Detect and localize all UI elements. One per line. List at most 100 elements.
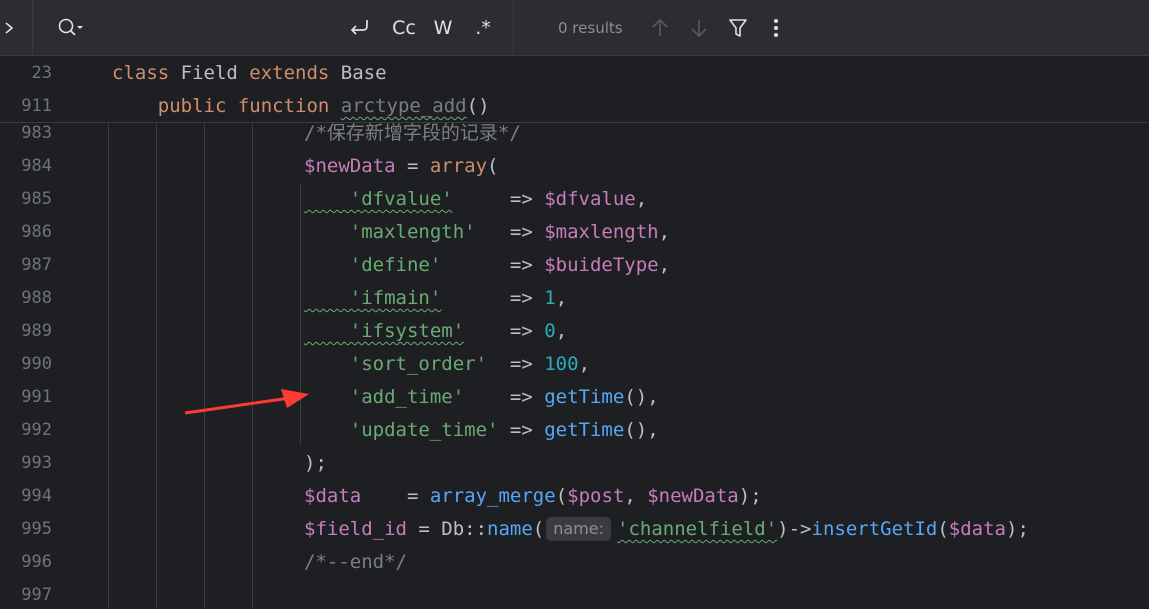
code-line[interactable]: 987 'define' => $buideType, — [0, 249, 1149, 282]
code-line[interactable]: 996 /*--end*/ — [0, 546, 1149, 579]
red-arrow-annotation — [185, 389, 309, 415]
code-line[interactable]: 995 $field_id = Db::name(name:'channelfie… — [0, 513, 1149, 546]
words-toggle[interactable]: W — [430, 15, 456, 41]
token-kw: class — [112, 62, 170, 84]
code-line[interactable]: 990 'sort_order' => 100, — [0, 348, 1149, 381]
code-text: $data = array_merge($post, $newData); — [304, 480, 762, 513]
token-var: $dfvalue — [544, 188, 636, 210]
line-number[interactable]: 23 — [0, 57, 52, 90]
expand-replace-button[interactable] — [0, 0, 33, 56]
code-text: 'ifsystem' => 0, — [304, 315, 567, 348]
line-number[interactable]: 993 — [0, 447, 52, 480]
line-number[interactable]: 986 — [0, 216, 52, 249]
token-plain: Field — [169, 62, 250, 84]
code-text: 'update_time' => getTime(), — [304, 414, 659, 447]
token-plain: , — [658, 254, 671, 276]
token-str: 'define' — [304, 254, 442, 276]
token-plain: ); — [1006, 518, 1029, 540]
token-plain: ( — [532, 518, 545, 540]
token-str: 'maxlength' — [304, 221, 476, 243]
token-plain: ( — [487, 155, 499, 177]
token-var: $data — [304, 485, 362, 507]
token-plain: , — [578, 353, 591, 375]
code-line[interactable]: 989 'ifsystem' => 0, — [0, 315, 1149, 348]
find-bar: Cc W .* 0 results — [0, 0, 1149, 56]
token-cmt: /*保存新增字段的记录*/ — [304, 123, 521, 144]
token-str: 'ifsystem' — [304, 320, 465, 342]
next-occurrence-button[interactable] — [688, 16, 710, 44]
token-plain: , — [635, 188, 648, 210]
results-count: 0 results — [558, 19, 623, 37]
line-number[interactable]: 985 — [0, 183, 52, 216]
token-fn: insertGetId — [811, 518, 938, 540]
more-options-button[interactable] — [766, 16, 786, 44]
code-text: 'sort_order' => 100, — [304, 348, 590, 381]
token-var: $data — [948, 518, 1006, 540]
token-plain: = Db:: — [406, 518, 488, 540]
token-str: 'dfvalue' — [304, 188, 453, 210]
line-number[interactable]: 983 — [0, 123, 52, 150]
more-vertical-icon — [774, 19, 778, 37]
line-number[interactable]: 995 — [0, 513, 52, 546]
line-number[interactable]: 991 — [0, 381, 52, 414]
line-number[interactable]: 984 — [0, 150, 52, 183]
token-fn: array_merge — [429, 485, 556, 507]
token-kw: public function — [112, 95, 341, 117]
code-line[interactable]: 988 'ifmain' => 1, — [0, 282, 1149, 315]
token-plain: , — [624, 485, 648, 507]
code-line[interactable]: 992 'update_time' => getTime(), — [0, 414, 1149, 447]
code-text: 'add_time' => getTime(), — [304, 381, 659, 414]
token-plain: ); — [304, 452, 327, 474]
previous-occurrence-button[interactable] — [649, 16, 671, 44]
search-history-icon — [58, 18, 83, 36]
line-number[interactable]: 911 — [0, 90, 52, 123]
token-plain: Base — [329, 62, 387, 84]
code-line[interactable]: 23 class Field extends Base — [0, 57, 1149, 90]
line-number[interactable]: 988 — [0, 282, 52, 315]
line-number[interactable]: 987 — [0, 249, 52, 282]
line-number[interactable]: 994 — [0, 480, 52, 513]
token-str: 'sort_order' — [304, 353, 488, 375]
token-plain: => — [464, 320, 545, 342]
code-line[interactable]: 986 'maxlength' => $maxlength, — [0, 216, 1149, 249]
code-text: public function arctype_add() — [112, 90, 490, 123]
token-plain: = — [361, 485, 430, 507]
line-number[interactable]: 992 — [0, 414, 52, 447]
token-plain: => — [452, 188, 545, 210]
chevron-right-icon — [5, 22, 14, 34]
code-line[interactable]: 984 $newData = array( — [0, 150, 1149, 183]
token-num: 0 — [544, 320, 556, 342]
token-plain: , — [555, 287, 568, 309]
new-line-icon — [350, 20, 368, 35]
token-plain: (), — [624, 386, 659, 408]
search-history-button[interactable] — [57, 17, 85, 43]
token-var: $newData — [304, 155, 396, 177]
match-case-toggle[interactable]: Cc — [388, 15, 420, 41]
token-plain: () — [466, 95, 490, 117]
code-line[interactable]: 997 — [0, 579, 1149, 609]
code-line[interactable]: 993); — [0, 447, 1149, 480]
code-line[interactable]: 985 'dfvalue' => $dfvalue, — [0, 183, 1149, 216]
wrap-toggle[interactable] — [346, 15, 372, 41]
token-cmt: /*--end*/ — [304, 551, 407, 573]
code-line[interactable]: 983 /*保存新增字段的记录*/ — [0, 123, 1149, 150]
token-plain: ( — [937, 518, 949, 540]
line-number[interactable]: 989 — [0, 315, 52, 348]
code-text: 'define' => $buideType, — [304, 249, 670, 282]
token-kw: extends — [249, 62, 330, 84]
token-str: 'ifmain' — [304, 287, 442, 309]
token-var: $maxlength — [544, 221, 659, 243]
regex-toggle[interactable]: .* — [470, 15, 496, 41]
line-number[interactable]: 997 — [0, 579, 52, 609]
filter-button[interactable] — [727, 16, 749, 44]
code-line[interactable]: 991 'add_time' => getTime(), — [0, 381, 1149, 414]
code-line[interactable]: 994 $data = array_merge($post, $newData); — [0, 480, 1149, 513]
parameter-hint: name: — [546, 517, 612, 541]
line-number[interactable]: 990 — [0, 348, 52, 381]
token-plain: => — [464, 386, 545, 408]
token-plain: , — [658, 221, 671, 243]
code-editor[interactable]: 983/*保存新增字段的记录*/984 $newData = array(985 … — [0, 123, 1149, 609]
line-number[interactable]: 996 — [0, 546, 52, 579]
code-text: 'dfvalue' => $dfvalue, — [304, 183, 647, 216]
code-line[interactable]: 911 public function arctype_add() — [0, 90, 1149, 123]
